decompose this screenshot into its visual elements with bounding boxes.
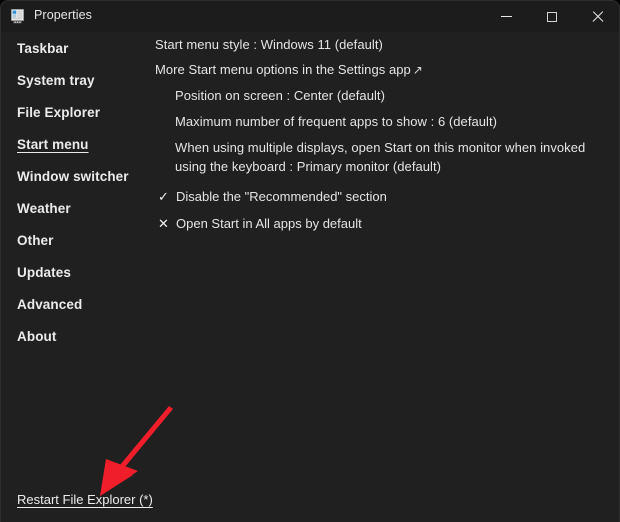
restart-file-explorer-link[interactable]: Restart File Explorer (*) xyxy=(17,492,153,507)
external-link-icon: ↗ xyxy=(412,63,423,77)
sidebar-item-other[interactable]: Other xyxy=(17,233,54,248)
close-button[interactable] xyxy=(575,1,619,32)
minimize-button[interactable] xyxy=(483,1,529,32)
setting-start-menu-style-label: Start menu style : Windows 11 (default) xyxy=(155,37,383,52)
setting-max-frequent-apps[interactable]: Maximum number of frequent apps to show … xyxy=(175,112,497,131)
window-title: Properties xyxy=(34,8,92,22)
properties-window: Properties Taskbar System tray File Expl… xyxy=(0,0,620,522)
option-open-start-all-apps[interactable]: ✕ Open Start in All apps by default xyxy=(155,214,405,233)
sidebar-item-updates[interactable]: Updates xyxy=(17,265,71,280)
setting-position-on-screen-label: Position on screen : Center (default) xyxy=(175,88,385,103)
close-icon xyxy=(592,11,604,23)
option-disable-recommended[interactable]: ✓ Disable the "Recommended" section xyxy=(155,187,405,206)
setting-multiple-displays[interactable]: When using multiple displays, open Start… xyxy=(175,138,609,176)
check-icon: ✓ xyxy=(158,189,169,204)
sidebar-item-window-switcher[interactable]: Window switcher xyxy=(17,169,129,184)
setting-max-frequent-apps-label: Maximum number of frequent apps to show … xyxy=(175,114,498,129)
setting-start-menu-style[interactable]: Start menu style : Windows 11 (default) xyxy=(155,35,383,54)
setting-more-options-label: More Start menu options in the Settings … xyxy=(155,62,411,77)
sidebar-item-taskbar[interactable]: Taskbar xyxy=(17,41,68,56)
cross-icon: ✕ xyxy=(158,216,169,231)
sidebar-item-about[interactable]: About xyxy=(17,329,56,344)
sidebar-item-start-menu[interactable]: Start menu xyxy=(17,137,89,152)
title-bar[interactable]: Properties xyxy=(1,1,619,32)
option-open-start-all-apps-label: Open Start in All apps by default xyxy=(176,216,362,231)
sidebar-nav: Taskbar System tray File Explorer Start … xyxy=(1,32,153,522)
minimize-icon xyxy=(500,16,512,17)
setting-position-on-screen[interactable]: Position on screen : Center (default) xyxy=(175,86,385,105)
setting-more-options-link[interactable]: More Start menu options in the Settings … xyxy=(155,60,423,80)
sidebar-item-file-explorer[interactable]: File Explorer xyxy=(17,105,100,120)
maximize-icon xyxy=(547,11,557,22)
settings-content: Start menu style : Windows 11 (default) … xyxy=(153,32,619,522)
sidebar-item-system-tray[interactable]: System tray xyxy=(17,73,95,88)
sidebar-item-weather[interactable]: Weather xyxy=(17,201,71,216)
sidebar-item-advanced[interactable]: Advanced xyxy=(17,297,82,312)
setting-multiple-displays-label: When using multiple displays, open Start… xyxy=(175,140,586,174)
option-disable-recommended-label: Disable the "Recommended" section xyxy=(176,189,387,204)
maximize-button[interactable] xyxy=(529,1,575,32)
properties-monitor-icon xyxy=(10,8,27,25)
